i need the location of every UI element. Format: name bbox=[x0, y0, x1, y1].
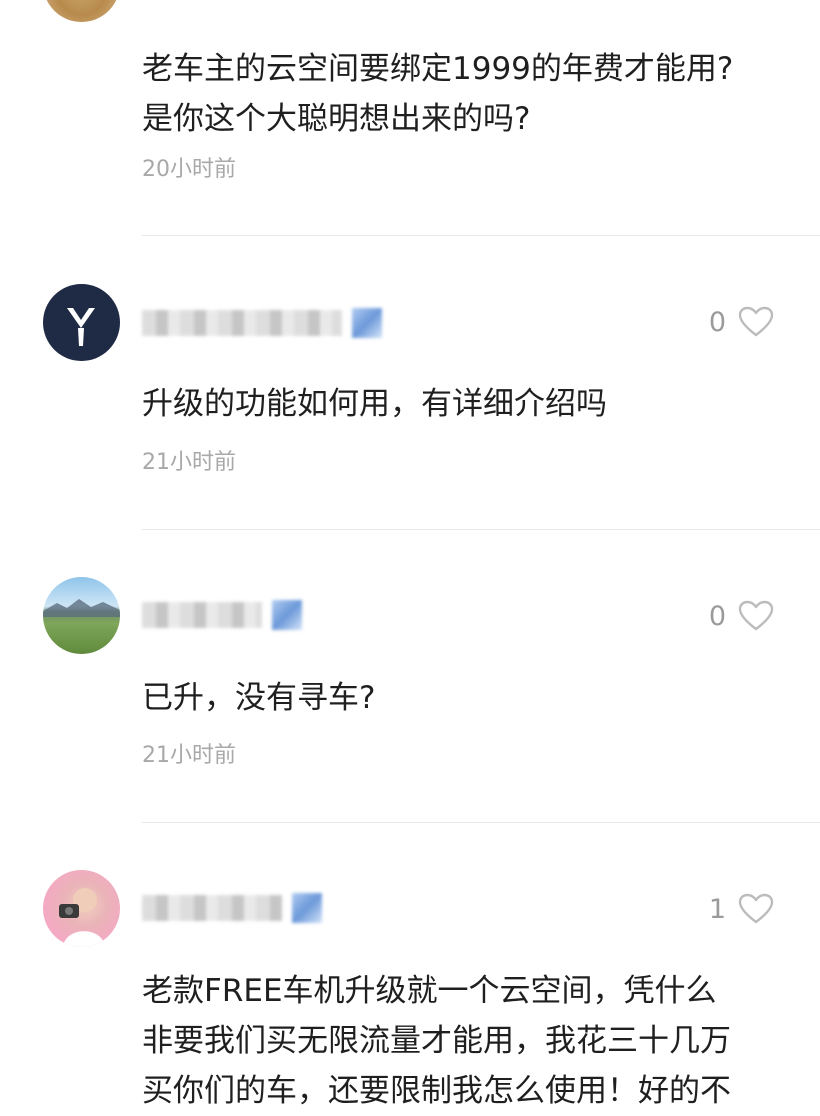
child-photo-avatar-icon[interactable] bbox=[43, 870, 120, 947]
comment-timestamp: 20小时前 bbox=[142, 157, 236, 182]
like-count: 1 bbox=[708, 893, 726, 925]
comment-text: 老车主的云空间要绑定1999的年费才能用? 是你这个大聪明想出来的吗? bbox=[142, 51, 734, 137]
heart-icon[interactable] bbox=[738, 600, 774, 632]
comment-item: 老车主的云空间要绑定1999的年费才能用? 是你这个大聪明想出来的吗? 20小时… bbox=[0, 0, 820, 236]
comment-text: 升级的功能如何用，有详细介绍吗 bbox=[142, 386, 607, 422]
username-redacted[interactable] bbox=[142, 308, 382, 338]
like-button[interactable]: 0 bbox=[709, 306, 774, 338]
like-button[interactable]: 1 bbox=[709, 893, 774, 925]
like-count: 0 bbox=[708, 600, 726, 632]
comment-text: 已升，没有寻车? bbox=[142, 680, 376, 716]
comment-item: 1 老款FREE车机升级就一个云空间，凭什么 非要我们买无限流量才能用，我花三十… bbox=[0, 823, 820, 1109]
landscape-avatar-icon[interactable] bbox=[43, 577, 120, 654]
comment-timestamp: 21小时前 bbox=[142, 450, 236, 475]
username-redacted[interactable] bbox=[142, 600, 302, 630]
comment-timestamp: 21小时前 bbox=[142, 743, 236, 768]
comment-item: 0 升级的功能如何用，有详细介绍吗 21小时前 bbox=[0, 236, 820, 529]
username-redacted[interactable] bbox=[142, 893, 322, 923]
like-button[interactable]: 0 bbox=[709, 600, 774, 632]
heart-icon[interactable] bbox=[738, 893, 774, 925]
level-badge bbox=[272, 600, 302, 630]
comment-item: 0 已升，没有寻车? 21小时前 bbox=[0, 530, 820, 823]
avatar[interactable] bbox=[43, 0, 120, 22]
logo-avatar-icon[interactable] bbox=[43, 284, 120, 361]
like-count: 0 bbox=[708, 306, 726, 338]
level-badge bbox=[292, 893, 322, 923]
comment-text: 老款FREE车机升级就一个云空间，凭什么 非要我们买无限流量才能用，我花三十几万… bbox=[142, 973, 731, 1109]
level-badge bbox=[352, 308, 382, 338]
heart-icon[interactable] bbox=[738, 306, 774, 338]
